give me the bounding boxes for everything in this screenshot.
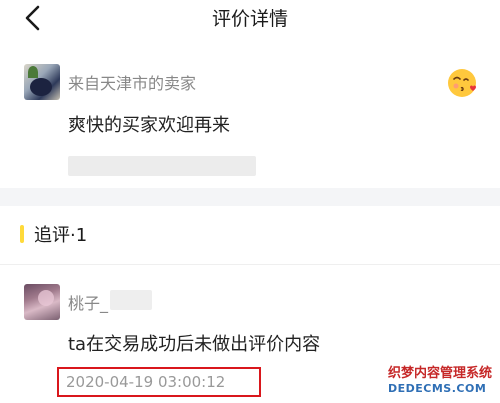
divider: [0, 264, 500, 265]
followup-text: ta在交易成功后未做出评价内容: [68, 334, 321, 355]
watermark-line1: 织梦内容管理系统: [388, 366, 493, 381]
seller-name: 来自天津市的卖家: [68, 74, 197, 93]
page-title: 评价详情: [211, 8, 288, 30]
buyer-avatar[interactable]: [24, 284, 60, 320]
watermark: 织梦内容管理系统 DEDECMS.COM: [388, 362, 496, 398]
followup-label: 追评·1: [34, 225, 88, 246]
buyer-name: 桃子_: [68, 294, 109, 313]
seller-avatar[interactable]: [24, 64, 60, 100]
kiss-emoji-icon: [446, 67, 478, 99]
redacted-name: [110, 290, 152, 310]
watermark-line2: DEDECMS.COM: [388, 382, 487, 395]
seller-review-text: 爽快的买家欢迎再来: [68, 115, 230, 136]
timestamp: 2020-04-19 03:00:12: [66, 373, 226, 391]
section-divider: [0, 188, 500, 206]
header-bar: 评价详情: [0, 0, 500, 36]
redacted-content: [68, 156, 256, 176]
accent-bar: [20, 225, 24, 243]
followup-section-title: 追评·1: [20, 222, 87, 246]
